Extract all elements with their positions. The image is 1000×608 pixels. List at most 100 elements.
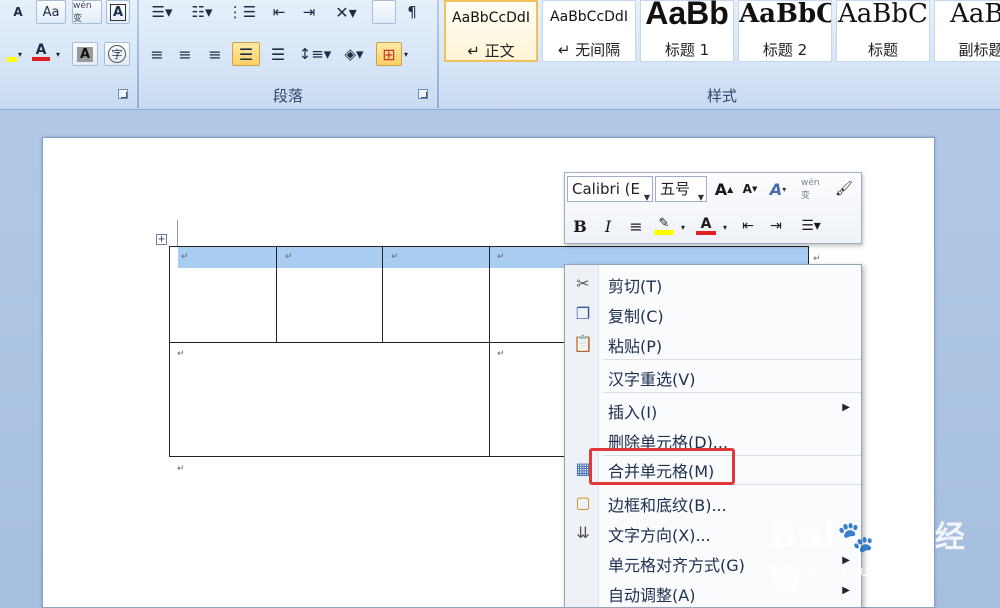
table-border [169,246,170,457]
align-center-button[interactable]: ≡ [172,42,198,66]
mini-increase-indent-button[interactable]: ⇥ [763,213,789,239]
style-name-label: 标题 1 [664,41,710,59]
mini-font-size-combo[interactable]: 五号 ▼ [655,176,707,202]
clear-format-button[interactable]: Aa [36,0,66,24]
line-spacing-button[interactable]: ↕≡▾ [298,42,332,66]
row-end-mark: ↵ [813,254,821,264]
justify-button[interactable]: ☰ [232,42,260,66]
mini-bold-button[interactable]: B [567,213,593,239]
menu-item-label: 剪切(T) [608,277,663,296]
paragraph-dialog-launcher[interactable] [418,89,428,99]
style-sample-text: AaBbCcDdI [452,10,530,26]
show-marks-button[interactable]: ¶ [400,0,424,24]
style-item-3[interactable]: AaBbC 标题 2 [738,0,832,62]
phonetic-guide-icon: wén 变 [801,177,820,201]
bullets-button[interactable]: ☰▾ [144,0,180,24]
mini-font-name-combo[interactable]: Calibri (E ▼ [567,176,653,202]
table-border [276,246,277,343]
phonetic-guide-button[interactable]: wén 变 [72,0,102,24]
char-shading-button[interactable]: A [72,42,98,66]
mini-font-color-dropdown[interactable]: ▾ [723,223,727,232]
decrease-indent-button[interactable]: ⇤ [266,0,292,24]
align-right-button[interactable]: ≡ [202,42,228,66]
style-item-2[interactable]: AaBb 标题 1 [640,0,734,62]
menu-item-label: 汉字重选(V) [608,370,696,389]
numbering-button[interactable]: ☷▾ [184,0,220,24]
copy-icon: ❐ [575,303,591,323]
align-center-icon: ≡ [629,216,643,236]
menu-item-label: 粘贴(P) [608,337,663,356]
distributed-button[interactable]: ☰ [264,42,292,66]
styles-group-label: 样式 [706,87,737,105]
menu-separator [603,392,861,393]
grow-font-button[interactable]: A [6,0,30,24]
cell-mark: ↵ [391,252,399,262]
mini-bullets-button[interactable]: ☰▾ [791,213,831,239]
text-direction-icon: ⇊ [576,522,590,542]
mini-styles-button[interactable]: A ▾ [765,176,791,202]
multilevel-list-button[interactable]: ⋮☰ [224,0,260,24]
font-color-dropdown-arrow[interactable]: ▾ [56,50,60,59]
style-item-0[interactable]: AaBbCcDdI ↵ 正文 [444,0,538,62]
mini-format-painter-button[interactable]: 🖌 [831,176,857,202]
shading-button[interactable]: ◈▾ [336,42,372,66]
distributed-icon: ☰ [270,44,286,64]
table-border [489,246,490,457]
mini-italic-button[interactable]: I [595,213,621,239]
menu-item-label: 边框和底纹(B)... [608,496,727,515]
style-item-1[interactable]: AaBbCcDdI ↵ 无间隔 [542,0,636,62]
baidu-paw-icon: 🐾 [837,520,876,555]
menu-item-label: 复制(C) [608,307,664,326]
font-color-bar [32,57,50,61]
menu-item-3[interactable]: 汉字重选(V) [566,361,862,391]
char-border-button[interactable]: A [106,0,130,24]
menu-item-label: 文字方向(X)... [608,526,711,545]
mini-decrease-indent-button[interactable]: ⇤ [735,213,761,239]
asian-layout-button[interactable]: ✕▾ [328,0,364,24]
increase-indent-button[interactable]: ⇥ [296,0,322,24]
increase-indent-icon: ⇥ [770,218,782,234]
align-right-icon: ≡ [208,44,222,64]
enclose-char-icon: 字 [108,45,126,63]
enclose-char-button[interactable]: 字 [104,42,130,66]
table-move-handle[interactable]: + [156,234,167,245]
highlight-dropdown-arrow[interactable]: ▾ [18,50,22,59]
bullet-list-icon: ☰▾ [151,3,173,21]
mini-grow-font-button[interactable]: A ▲ [711,176,737,202]
menu-item-0[interactable]: ✂ 剪切(T) [566,268,862,298]
menu-item-2[interactable]: 📋 粘贴(P) [566,328,862,358]
mini-highlight-dropdown[interactable]: ▾ [681,223,685,232]
mini-center-button[interactable]: ≡ [623,213,649,239]
font-color-button[interactable]: A [28,40,54,64]
borders-button[interactable]: ⊞ [376,42,402,66]
borders-dropdown-arrow[interactable]: ▾ [404,50,408,59]
style-name-label: ↵ 正文 [467,42,515,60]
format-painter-icon: 🖌 [835,181,853,197]
cell-mark: ↵ [181,252,189,262]
mini-font-color-button[interactable]: A [693,213,719,239]
highlighter-icon [7,56,17,62]
mini-phonetic-button[interactable]: wén 变 [801,176,827,202]
sort-button[interactable] [372,0,396,24]
align-left-button[interactable]: ≡ [144,42,170,66]
mini-shrink-font-button[interactable]: A ▼ [737,176,763,202]
menu-item-label: 自动调整(A) [608,586,696,605]
style-item-4[interactable]: AaBbC 标题 [836,0,930,62]
margin-mark [177,220,178,246]
menu-item-1[interactable]: ❐ 复制(C) [566,298,862,328]
paragraph-mark: ↵ [177,464,185,474]
highlighter-icon: ✎ [658,216,670,231]
decrease-indent-icon: ⇤ [742,218,754,234]
style-name-label: 副标题 [958,41,1000,59]
mini-highlight-button[interactable]: ✎ [651,213,677,239]
mini-toolbar: Calibri (E ▼ 五号 ▼ A ▲ A ▼ A ▾ wén 变 🖌 B I ≡ ✎… [564,172,862,244]
font-dialog-launcher[interactable] [118,89,128,99]
menu-item-4[interactable]: 插入(I) ▶ [566,394,862,424]
borders-grid-icon: ⊞ [382,44,396,64]
eraser-icon: Aa [42,4,60,20]
paragraph-group-label: 段落 [272,87,303,105]
style-item-5[interactable]: AaBl 副标题 [934,0,1000,62]
decrease-indent-icon: ⇤ [272,3,286,21]
align-left-icon: ≡ [150,44,164,64]
ribbon: A Aa wén 变 A ▾ A ▾ A 字 ☰▾ ☷▾ ⋮☰ ⇤ ⇥ ✕▾ ¶… [0,0,1000,110]
